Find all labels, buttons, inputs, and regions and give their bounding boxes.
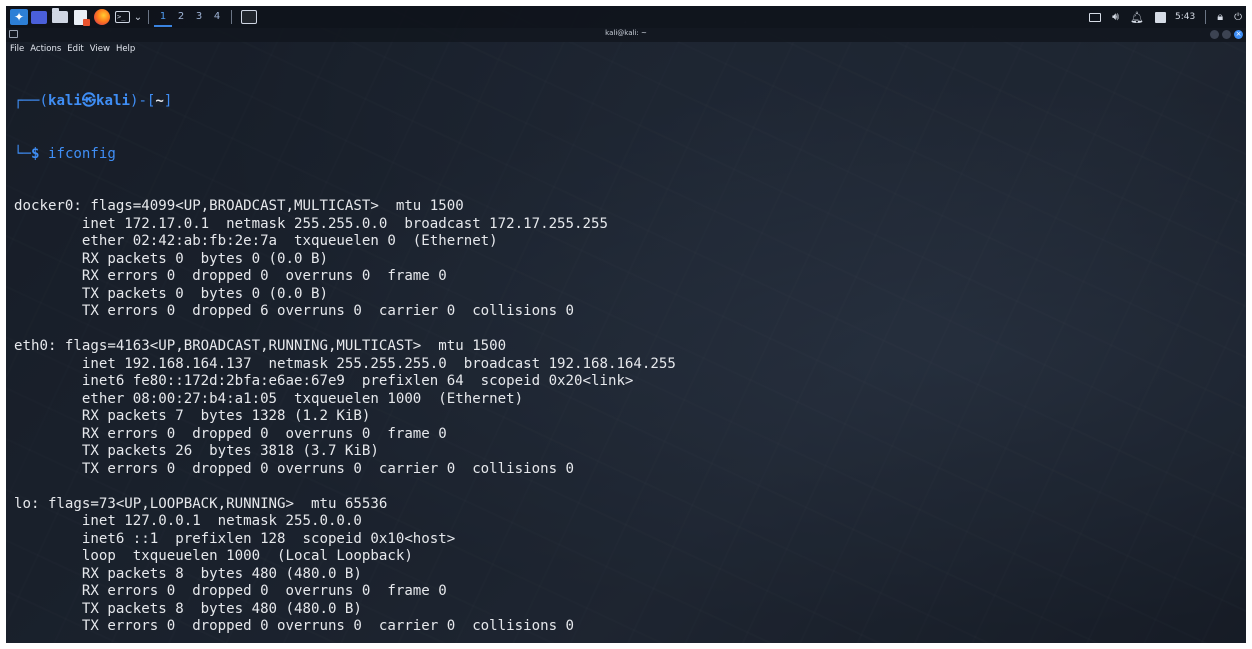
notification-bell-icon[interactable]: 🔔︎: [1130, 11, 1144, 24]
folder-icon: [52, 8, 68, 23]
output-line: eth0: flags=4163<UP,BROADCAST,RUNNING,MU…: [14, 338, 507, 354]
text-editor-button[interactable]: [74, 9, 90, 26]
launcher-chevron-down-icon[interactable]: ⌄: [133, 9, 143, 25]
text-editor-icon: [74, 9, 90, 26]
output-line: TX errors 0 dropped 0 overruns 0 carrier…: [14, 618, 575, 634]
output-line: docker0: flags=4099<UP,BROADCAST,MULTICA…: [14, 198, 464, 214]
output-line: inet6 ::1 prefixlen 128 scopeid 0x10<hos…: [14, 530, 456, 547]
system-tray: 🔊︎ 🔔︎ 5:43 🔒︎ ⏻: [1078, 6, 1242, 28]
menu-help[interactable]: Help: [116, 44, 135, 54]
top-panel: ✦ >_ ⌄ 1 2 3 4 🔊︎ 🔔︎ 5:43 🔒︎ ⏻: [6, 6, 1246, 28]
output-line: lo: flags=73<UP,LOOPBACK,RUNNING> mtu 65…: [14, 495, 388, 512]
terminal-icon: >_: [115, 11, 130, 23]
menu-file[interactable]: File: [10, 44, 24, 54]
close-icon: ×: [1235, 30, 1242, 38]
output-line: inet 172.17.0.1 netmask 255.255.0.0 broa…: [14, 215, 608, 232]
output-line: RX errors 0 dropped 0 overruns 0 frame 0: [14, 268, 447, 284]
terminal-output[interactable]: ┌──(kali㉿kali)-[~] └─$ ifconfig docker0:…: [14, 58, 676, 643]
menu-actions[interactable]: Actions: [30, 44, 61, 54]
workspace-2[interactable]: 2: [172, 7, 190, 27]
desktop: ✦ >_ ⌄ 1 2 3 4 🔊︎ 🔔︎ 5:43 🔒︎ ⏻ kali@kali…: [6, 6, 1246, 643]
output-line: inet 127.0.0.1 netmask 255.0.0.0: [14, 513, 362, 529]
output-line: TX packets 0 bytes 0 (0.0 B): [14, 285, 328, 302]
output-line: TX packets 8 bytes 480 (480.0 B): [14, 600, 362, 617]
output-line: loop txqueuelen 1000 (Local Loopback): [14, 548, 413, 564]
prompt-dir: ~: [155, 93, 164, 109]
terminal-launcher-button[interactable]: >_: [115, 9, 130, 25]
command-text: ifconfig: [47, 145, 116, 162]
desktop-icon: [31, 10, 47, 24]
output-line: RX packets 7 bytes 1328 (1.2 KiB): [14, 408, 371, 424]
workspace-4[interactable]: 4: [208, 7, 226, 27]
panel-separator: [148, 10, 149, 24]
ifconfig-output: docker0: flags=4099<UP,BROADCAST,MULTICA…: [14, 198, 676, 636]
output-line: inet6 fe80::172d:2bfa:e6ae:67e9 prefixle…: [14, 373, 634, 389]
power-icon[interactable]: ⏻: [1234, 12, 1242, 23]
workspace-3[interactable]: 3: [190, 7, 208, 27]
prompt-host: kali: [96, 93, 130, 109]
menu-bar: File Actions Edit View Help: [6, 42, 1246, 56]
output-line: RX packets 0 bytes 0 (0.0 B): [14, 250, 328, 267]
firefox-button[interactable]: [94, 9, 110, 25]
output-line: RX errors 0 dropped 0 overruns 0 frame 0: [14, 583, 447, 599]
output-line: ether 08:00:27:b4:a1:05 txqueuelen 1000 …: [14, 390, 524, 407]
prompt-line-1: ┌──(kali㉿kali)-[~]: [14, 93, 173, 109]
output-line: TX packets 26 bytes 3818 (3.7 KiB): [14, 443, 379, 459]
terminal-window: kali@kali: ~ × File Actions Edit View He…: [6, 28, 1246, 643]
volume-icon[interactable]: 🔊︎: [1112, 10, 1119, 24]
file-manager-button[interactable]: [52, 8, 68, 25]
kali-menu-icon[interactable]: ✦: [10, 9, 28, 25]
minimize-button[interactable]: [1210, 30, 1219, 39]
clock[interactable]: 5:43: [1175, 12, 1195, 22]
prompt-user: kali: [47, 93, 82, 109]
display-icon[interactable]: [1089, 12, 1102, 22]
output-line: TX errors 0 dropped 6 overruns 0 carrier…: [14, 303, 575, 319]
menu-edit[interactable]: Edit: [67, 44, 83, 54]
panel-separator: [231, 10, 232, 24]
firefox-icon: [94, 9, 110, 25]
close-button[interactable]: ×: [1234, 30, 1243, 39]
window-title: kali@kali: ~: [605, 29, 647, 37]
window-titlebar[interactable]: kali@kali: ~ ×: [6, 28, 1246, 42]
output-line: inet 192.168.164.137 netmask 255.255.255…: [14, 355, 676, 372]
maximize-button[interactable]: [1222, 30, 1231, 39]
workspace-1[interactable]: 1: [154, 7, 172, 27]
battery-icon[interactable]: [1155, 11, 1166, 23]
show-desktop-button[interactable]: [31, 9, 47, 25]
taskbar-terminal-window-button[interactable]: [241, 10, 257, 24]
output-line: ether 02:42:ab:fb:2e:7a txqueuelen 0 (Et…: [14, 233, 498, 249]
output-line: TX errors 0 dropped 0 overruns 0 carrier…: [14, 460, 575, 477]
panel-separator: [1205, 10, 1207, 24]
menu-view[interactable]: View: [90, 44, 110, 54]
prompt-line-2: └─$ ifconfig: [14, 145, 116, 162]
output-line: RX errors 0 dropped 0 overruns 0 frame 0: [14, 425, 447, 442]
output-line: RX packets 8 bytes 480 (480.0 B): [14, 565, 362, 582]
lock-screen-icon[interactable]: 🔒︎: [1217, 10, 1223, 24]
